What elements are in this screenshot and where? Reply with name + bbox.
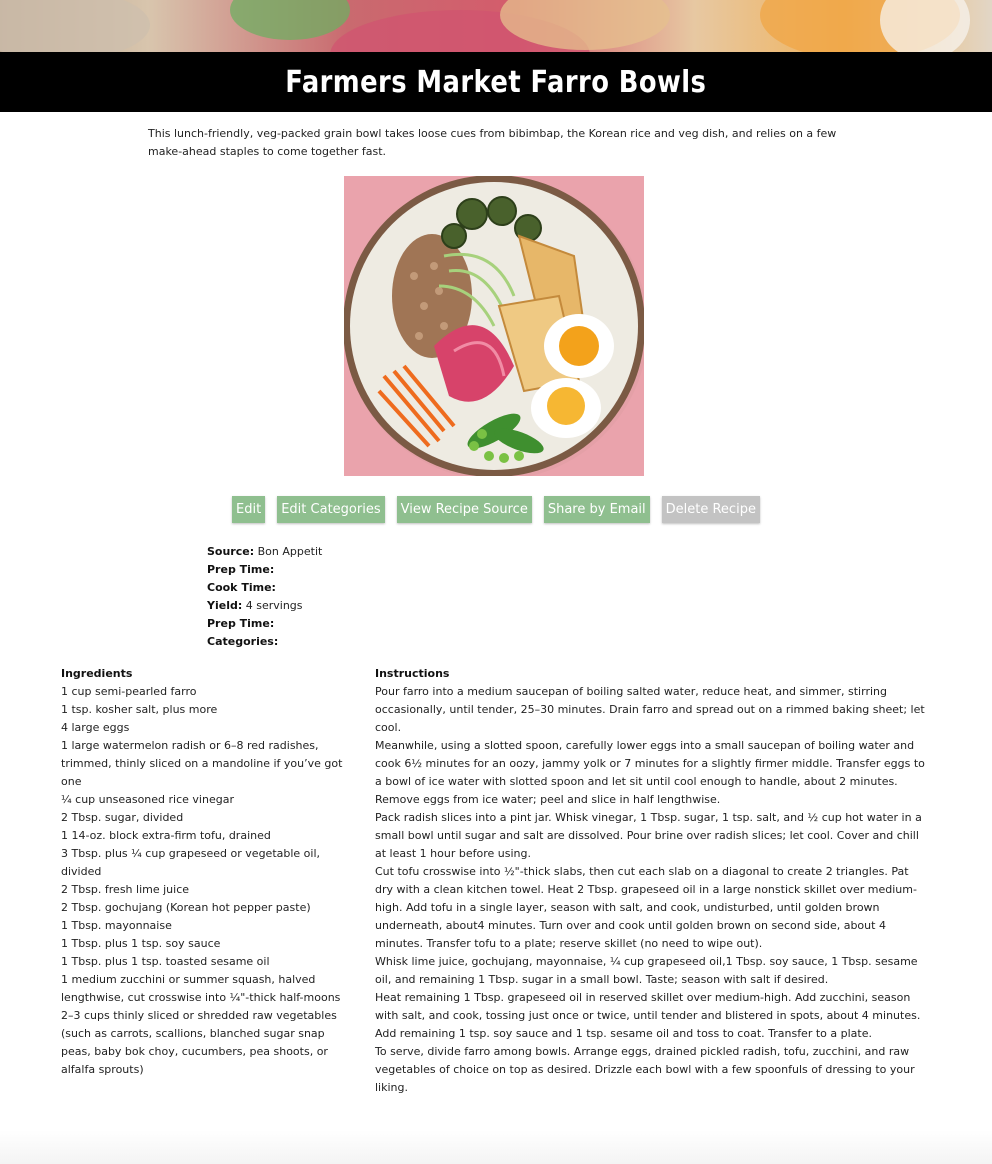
- ingredient-item: 1 large watermelon radish or 6–8 red rad…: [61, 739, 343, 788]
- ingredients-list: 1 cup semi-pearled farro 1 tsp. kosher s…: [61, 683, 353, 1079]
- recipe-meta: Source: Bon Appetit Prep Time: Cook Time…: [207, 543, 322, 651]
- meta-prep-time-2-label: Prep Time:: [207, 617, 275, 630]
- instruction-step: Meanwhile, using a slotted spoon, carefu…: [375, 739, 925, 806]
- instruction-step: Cut tofu crosswise into ½"-thick slabs, …: [375, 865, 917, 950]
- recipe-title: Farmers Market Farro Bowls: [285, 64, 707, 100]
- hero-banner-image: [0, 0, 992, 52]
- instruction-step: Pack radish slices into a pint jar. Whis…: [375, 811, 922, 860]
- title-bar: Farmers Market Farro Bowls: [0, 52, 992, 112]
- instructions-section: Instructions Pour farro into a medium sa…: [375, 665, 927, 1097]
- meta-prep-time: Prep Time:: [207, 561, 322, 579]
- instruction-step: Whisk lime juice, gochujang, mayonnaise,…: [375, 955, 918, 986]
- ingredients-section: Ingredients 1 cup semi-pearled farro 1 t…: [61, 665, 353, 1079]
- ingredient-item: 2 Tbsp. fresh lime juice: [61, 883, 190, 896]
- ingredients-heading: Ingredients: [61, 667, 133, 680]
- edit-button[interactable]: Edit: [232, 496, 266, 523]
- ingredient-item: 1 14-oz. block extra-firm tofu, drained: [61, 829, 271, 842]
- recipe-intro: This lunch-friendly, veg-packed grain bo…: [148, 127, 837, 158]
- ingredient-item: 1 medium zucchini or summer squash, halv…: [61, 973, 341, 1004]
- meta-prep-time-2: Prep Time:: [207, 615, 322, 633]
- ingredient-item: ¼ cup unseasoned rice vinegar: [61, 793, 234, 806]
- instruction-step: To serve, divide farro among bowls. Arra…: [375, 1045, 915, 1094]
- meta-prep-time-label: Prep Time:: [207, 563, 275, 576]
- ingredient-item: 1 Tbsp. plus 1 tsp. toasted sesame oil: [61, 955, 270, 968]
- view-recipe-source-button[interactable]: View Recipe Source: [396, 496, 532, 523]
- meta-categories-label: Categories:: [207, 635, 279, 648]
- ingredient-item: 1 tsp. kosher salt, plus more: [61, 703, 218, 716]
- ingredient-item: 2–3 cups thinly sliced or shredded raw v…: [61, 1009, 337, 1076]
- instructions-heading: Instructions: [375, 667, 450, 680]
- share-by-email-button[interactable]: Share by Email: [543, 496, 650, 523]
- recipe-actions: Edit Edit Categories View Recipe Source …: [0, 496, 992, 524]
- ingredient-item: 1 cup semi-pearled farro: [61, 685, 197, 698]
- recipe-photo: [344, 176, 644, 476]
- meta-source-label: Source:: [207, 545, 255, 558]
- edit-categories-button[interactable]: Edit Categories: [277, 496, 385, 523]
- page-footer: [0, 1130, 992, 1164]
- delete-recipe-button[interactable]: Delete Recipe: [661, 496, 760, 523]
- meta-categories: Categories:: [207, 633, 322, 651]
- meta-source: Source: Bon Appetit: [207, 543, 322, 561]
- meta-cook-time-label: Cook Time:: [207, 581, 276, 594]
- meta-yield-label: Yield:: [207, 599, 243, 612]
- meta-yield-value: 4 servings: [245, 599, 303, 612]
- meta-yield: Yield: 4 servings: [207, 597, 322, 615]
- instruction-step: Pour farro into a medium saucepan of boi…: [375, 685, 925, 734]
- ingredient-item: 2 Tbsp. sugar, divided: [61, 811, 184, 824]
- meta-source-value: Bon Appetit: [257, 545, 323, 558]
- ingredient-item: 4 large eggs: [61, 721, 130, 734]
- instruction-step: Heat remaining 1 Tbsp. grapeseed oil in …: [375, 991, 921, 1040]
- ingredient-item: 1 Tbsp. mayonnaise: [61, 919, 172, 932]
- ingredient-item: 3 Tbsp. plus ¼ cup grapeseed or vegetabl…: [61, 847, 321, 878]
- ingredient-item: 2 Tbsp. gochujang (Korean hot pepper pas…: [61, 901, 311, 914]
- ingredient-item: 1 Tbsp. plus 1 tsp. soy sauce: [61, 937, 221, 950]
- meta-cook-time: Cook Time:: [207, 579, 322, 597]
- instructions-list: Pour farro into a medium saucepan of boi…: [375, 683, 927, 1097]
